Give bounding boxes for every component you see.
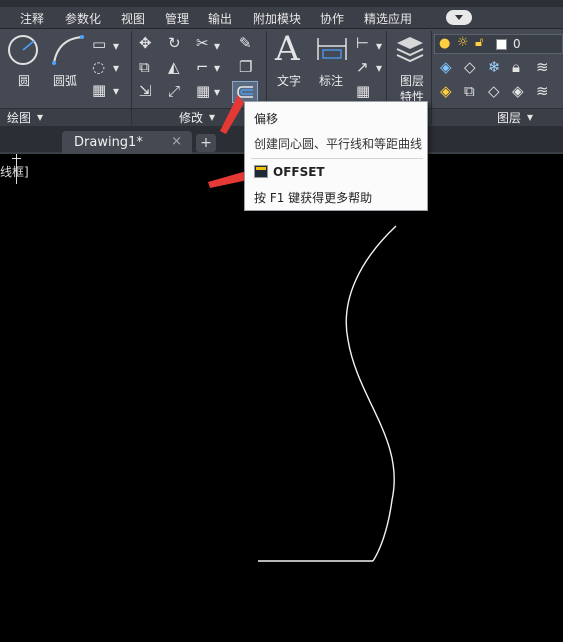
tooltip-divider — [251, 158, 423, 159]
tooltip-description: 创建同心圆、平行线和等距曲线 — [254, 137, 423, 151]
drawing-canvas[interactable] — [0, 0, 563, 642]
drawn-spline — [345, 225, 397, 562]
offset-tooltip: 偏移 创建同心圆、平行线和等距曲线 OFFSET 按 F1 键获得更多帮助 — [244, 101, 428, 211]
tooltip-command: OFFSET — [273, 165, 325, 179]
tooltip-help: 按 F1 键获得更多帮助 — [254, 191, 373, 205]
tooltip-title: 偏移 — [254, 112, 279, 126]
command-icon — [254, 165, 268, 178]
annotation-arrow — [220, 95, 244, 134]
